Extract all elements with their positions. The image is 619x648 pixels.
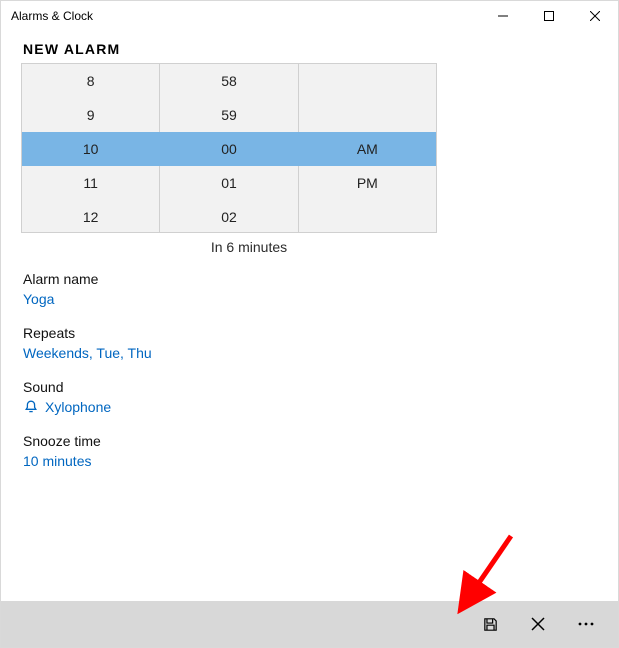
repeats-label: Repeats <box>23 325 596 341</box>
command-bar <box>1 601 618 647</box>
ampm-column[interactable]: AM PM <box>299 64 436 232</box>
ampm-option <box>299 64 436 98</box>
alarm-name-label: Alarm name <box>23 271 596 287</box>
ampm-option <box>299 98 436 132</box>
repeats-field[interactable]: Repeats Weekends, Tue, Thu <box>23 325 596 361</box>
repeats-value[interactable]: Weekends, Tue, Thu <box>23 345 596 361</box>
ampm-option[interactable]: PM <box>299 166 436 200</box>
snooze-value[interactable]: 10 minutes <box>23 453 596 469</box>
snooze-field[interactable]: Snooze time 10 minutes <box>23 433 596 469</box>
ampm-option <box>299 200 436 233</box>
sound-label: Sound <box>23 379 596 395</box>
bell-icon <box>23 399 39 415</box>
minute-option[interactable]: 59 <box>160 98 297 132</box>
minute-option[interactable]: 58 <box>160 64 297 98</box>
sound-value[interactable]: Xylophone <box>23 399 596 415</box>
minute-column[interactable]: 58 59 00 01 02 <box>160 64 298 232</box>
hour-option[interactable]: 12 <box>22 200 159 233</box>
ampm-option[interactable]: AM <box>299 132 436 166</box>
maximize-button[interactable] <box>526 1 572 31</box>
annotation-arrow <box>401 531 521 626</box>
sound-value-text: Xylophone <box>45 399 111 415</box>
minute-option[interactable]: 00 <box>160 132 297 166</box>
minute-option[interactable]: 02 <box>160 200 297 233</box>
cancel-button[interactable] <box>514 601 562 647</box>
hour-option[interactable]: 8 <box>22 64 159 98</box>
alarm-name-value[interactable]: Yoga <box>23 291 596 307</box>
hour-option[interactable]: 10 <box>22 132 159 166</box>
minute-option[interactable]: 01 <box>160 166 297 200</box>
window-title: Alarms & Clock <box>11 9 93 23</box>
hour-option[interactable]: 9 <box>22 98 159 132</box>
alarm-name-field[interactable]: Alarm name Yoga <box>23 271 596 307</box>
time-picker[interactable]: 8 9 10 11 12 58 59 00 01 02 <box>21 63 437 233</box>
hour-option[interactable]: 11 <box>22 166 159 200</box>
time-remaining-label: In 6 minutes <box>41 239 457 255</box>
close-window-button[interactable] <box>572 1 618 31</box>
more-button[interactable] <box>562 601 610 647</box>
sound-field[interactable]: Sound Xylophone <box>23 379 596 415</box>
hour-column[interactable]: 8 9 10 11 12 <box>22 64 160 232</box>
minimize-button[interactable] <box>480 1 526 31</box>
page-title: NEW ALARM <box>1 31 618 63</box>
snooze-label: Snooze time <box>23 433 596 449</box>
